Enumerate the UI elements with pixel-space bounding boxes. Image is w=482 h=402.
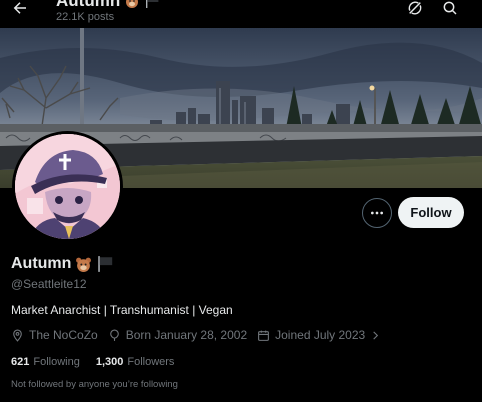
bear-emoji-icon: [76, 257, 92, 272]
followers-label: Followers: [127, 356, 175, 368]
back-button[interactable]: [8, 0, 32, 20]
not-followed-text: Not followed by anyone you’re following: [11, 379, 178, 390]
black-flag-icon: [146, 0, 159, 8]
following-label: Following: [33, 356, 80, 368]
location-pin-icon: [13, 329, 22, 342]
back-arrow-icon: [13, 2, 26, 14]
location-item: The NoCoZo: [11, 328, 98, 342]
following-link[interactable]: 621 Following: [11, 356, 80, 368]
birthday-item: Born January 28, 2002: [108, 328, 247, 342]
avatar-image: [15, 134, 120, 239]
more-options-button[interactable]: [362, 198, 392, 228]
calendar-icon: [258, 330, 270, 341]
follow-stats: 621 Following 1,300 Followers: [11, 356, 190, 368]
bear-emoji-icon: [126, 0, 139, 8]
black-flag-icon: [98, 256, 113, 272]
search-icon: [443, 1, 457, 15]
location-text: The NoCoZo: [29, 328, 98, 342]
birthday-text: Born January 28, 2002: [125, 328, 248, 342]
following-count: 621: [11, 356, 30, 368]
search-button[interactable]: [439, 0, 461, 19]
joined-item[interactable]: Joined July 2023: [257, 328, 381, 342]
header-posts-count: 22.1K posts: [56, 11, 115, 23]
follow-button[interactable]: Follow: [398, 197, 464, 228]
followers-link[interactable]: 1,300 Followers: [96, 356, 175, 368]
grok-button[interactable]: [404, 0, 426, 19]
profile-avatar[interactable]: [12, 131, 123, 242]
header-name: Autumn: [56, 0, 121, 10]
followers-count: 1,300: [95, 356, 124, 368]
profile-handle: @Seattleite12: [11, 277, 87, 291]
profile-name-row: Autumn: [11, 255, 114, 273]
more-horizontal-icon: [371, 211, 383, 215]
chevron-right-icon: [373, 330, 379, 340]
top-bar: Autumn 22.1K posts: [0, 0, 482, 28]
profile-meta: The NoCoZo Born January 28, 2002 Joined …: [11, 328, 391, 342]
grok-icon: [408, 1, 422, 15]
balloon-icon: [109, 329, 119, 341]
joined-text: Joined July 2023: [275, 328, 366, 342]
profile-bio: Market Anarchist | Transhumanist | Vegan: [11, 303, 233, 317]
header-title: Autumn: [56, 0, 160, 11]
display-name: Autumn: [11, 255, 72, 272]
